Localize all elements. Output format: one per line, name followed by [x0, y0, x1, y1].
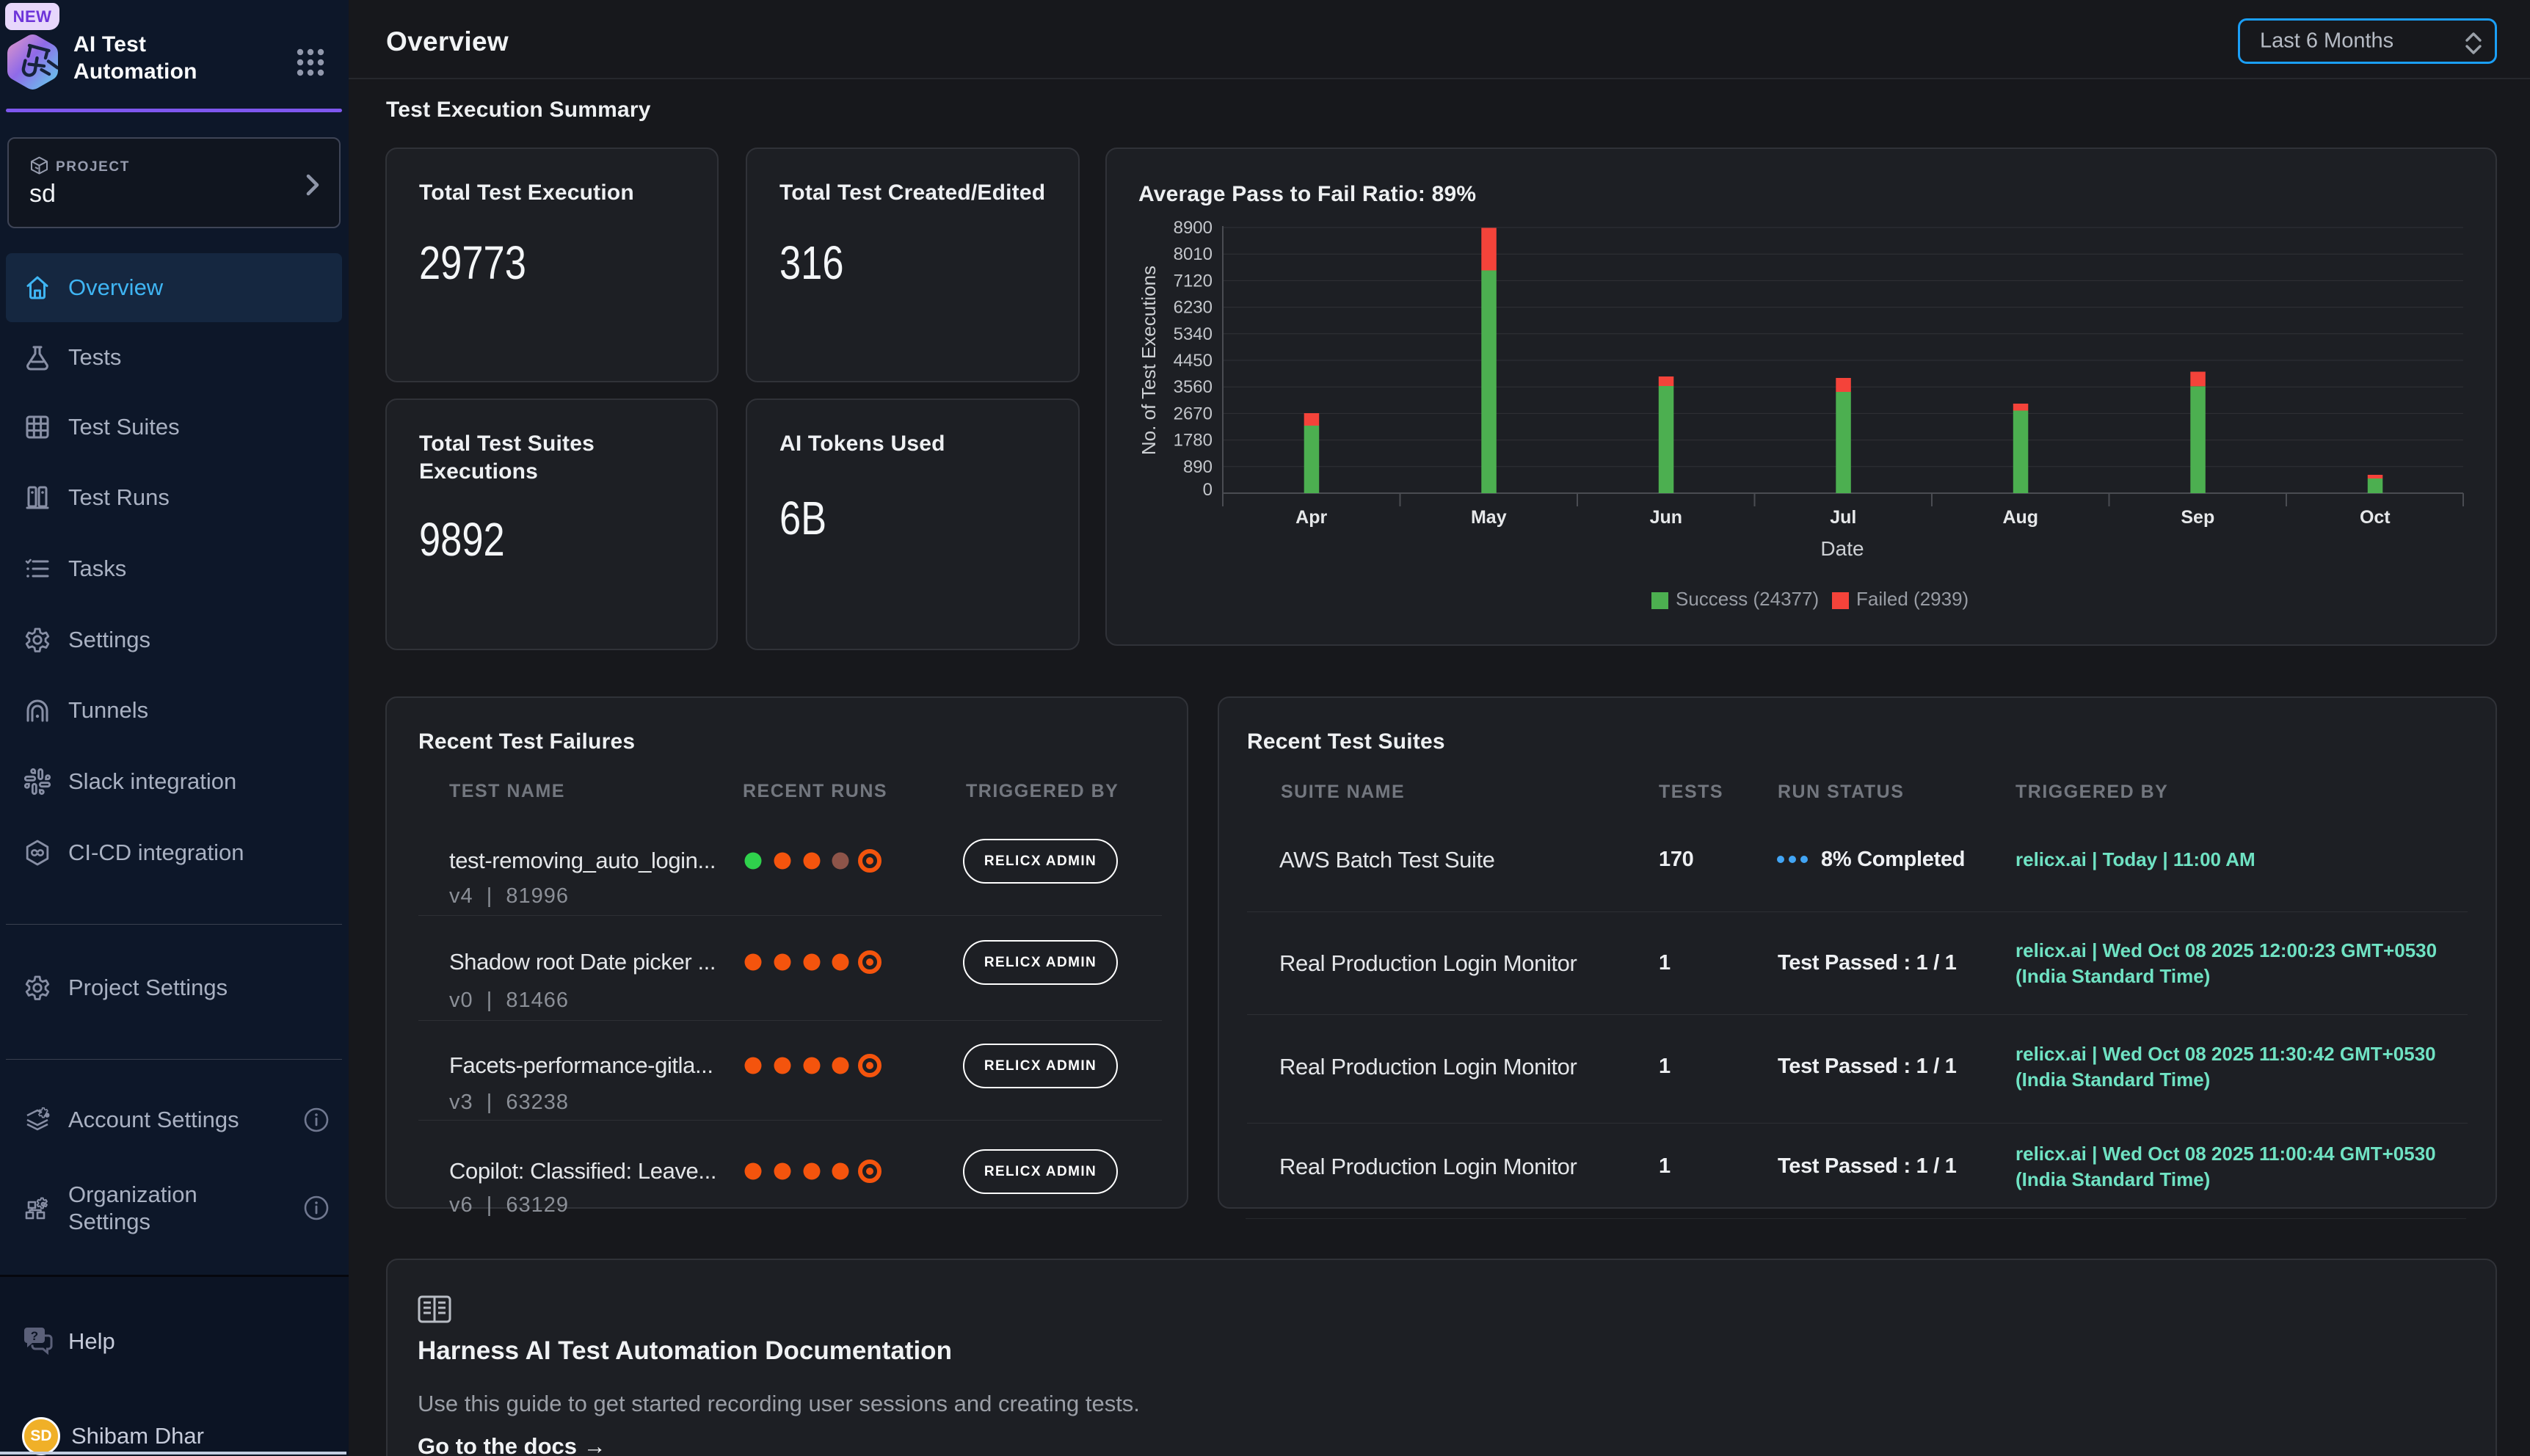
svg-text:?: ?	[31, 1329, 38, 1343]
svg-text:Date: Date	[1820, 537, 1864, 560]
svg-text:Oct: Oct	[2360, 507, 2391, 528]
svg-text:8010: 8010	[1174, 244, 1213, 264]
svg-text:Failed (2939): Failed (2939)	[1856, 588, 1969, 610]
svg-text:May: May	[1471, 507, 1507, 528]
svg-text:7120: 7120	[1174, 271, 1213, 291]
svg-text:5340: 5340	[1174, 324, 1213, 344]
svg-text:890: 890	[1183, 457, 1213, 477]
svg-text:Sep: Sep	[2181, 507, 2214, 528]
svg-text:4450: 4450	[1174, 351, 1213, 371]
svg-text:Jun: Jun	[1650, 507, 1682, 528]
svg-text:6230: 6230	[1174, 298, 1213, 318]
svg-text:8900: 8900	[1174, 218, 1213, 238]
svg-text:0: 0	[1203, 480, 1213, 500]
svg-text:2670: 2670	[1174, 404, 1213, 423]
svg-text:Jul: Jul	[1830, 507, 1856, 528]
svg-text:Success (24377): Success (24377)	[1676, 588, 1819, 610]
svg-text:3560: 3560	[1174, 377, 1213, 397]
svg-text:Aug: Aug	[2002, 507, 2038, 528]
svg-text:Apr: Apr	[1295, 507, 1327, 528]
svg-text:1780: 1780	[1174, 431, 1213, 451]
svg-text:No. of Test Executions: No. of Test Executions	[1138, 266, 1160, 455]
